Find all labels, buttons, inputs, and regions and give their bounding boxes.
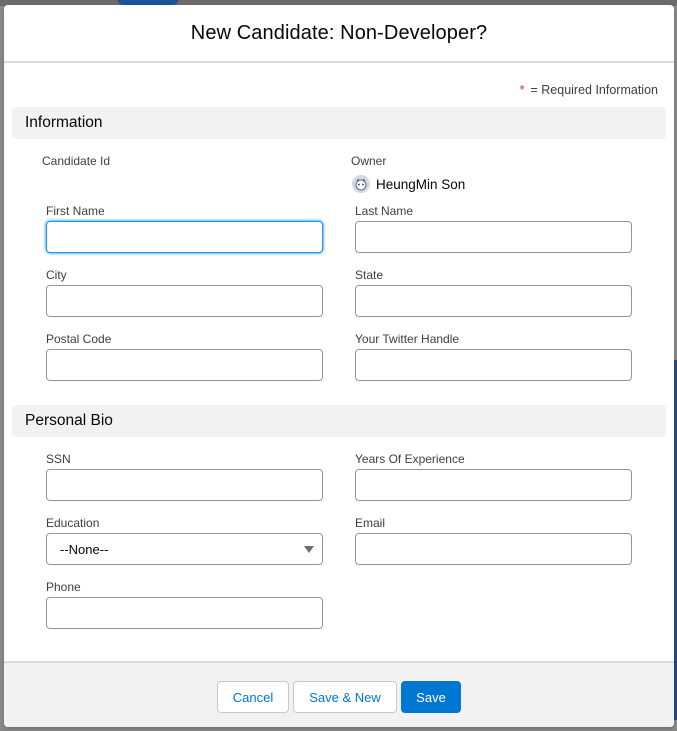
modal-footer: Cancel Save & New Save: [4, 661, 674, 727]
state-label: State: [355, 268, 384, 282]
section-header-personal-bio[interactable]: Personal Bio: [12, 405, 666, 437]
ssn-label: SSN: [46, 452, 71, 466]
twitter-handle-input[interactable]: [355, 349, 632, 381]
city-input[interactable]: [46, 285, 323, 317]
section-title-personal-bio: Personal Bio: [25, 412, 113, 429]
new-candidate-modal: New Candidate: Non-Developer? * = Require…: [4, 5, 674, 727]
state-input[interactable]: [355, 285, 632, 317]
years-experience-input[interactable]: [355, 469, 632, 501]
last-name-label: Last Name: [355, 204, 414, 218]
phone-input[interactable]: [46, 597, 323, 629]
owner-label: Owner: [351, 154, 387, 168]
save-and-new-button[interactable]: Save & New: [293, 681, 397, 713]
required-legend-text: = Required Information: [530, 83, 658, 97]
modal-header: New Candidate: Non-Developer?: [4, 5, 674, 63]
ssn-input[interactable]: [46, 469, 323, 501]
last-name-input[interactable]: [355, 221, 632, 253]
owner-name: HeungMin Son: [376, 176, 466, 192]
email-input[interactable]: [355, 533, 632, 565]
first-name-input[interactable]: [46, 221, 323, 253]
email-label: Email: [355, 516, 386, 530]
user-avatar-icon: [352, 175, 370, 193]
postal-code-input[interactable]: [46, 349, 323, 381]
years-experience-label: Years Of Experience: [355, 452, 465, 466]
postal-code-label: Postal Code: [46, 332, 112, 346]
phone-label: Phone: [46, 580, 81, 594]
education-label: Education: [46, 516, 100, 530]
city-label: City: [46, 268, 67, 282]
education-selected-value: --None--: [60, 541, 109, 557]
section-header-information[interactable]: Information: [12, 107, 666, 139]
required-star: *: [519, 83, 525, 97]
twitter-handle-label: Your Twitter Handle: [355, 332, 460, 346]
save-button[interactable]: Save: [401, 681, 461, 713]
candidate-id-label: Candidate Id: [42, 154, 111, 168]
first-name-label: First Name: [46, 204, 105, 218]
modal-body[interactable]: * = Required Information Information Cand…: [4, 65, 674, 661]
required-legend: * = Required Information: [520, 83, 658, 97]
chevron-down-icon: [304, 546, 314, 553]
education-select[interactable]: --None--: [46, 533, 323, 565]
modal-title: New Candidate: Non-Developer?: [190, 21, 488, 44]
owner-value[interactable]: HeungMin Son: [352, 175, 465, 193]
cancel-button[interactable]: Cancel: [217, 681, 289, 713]
section-title-information: Information: [25, 114, 103, 131]
